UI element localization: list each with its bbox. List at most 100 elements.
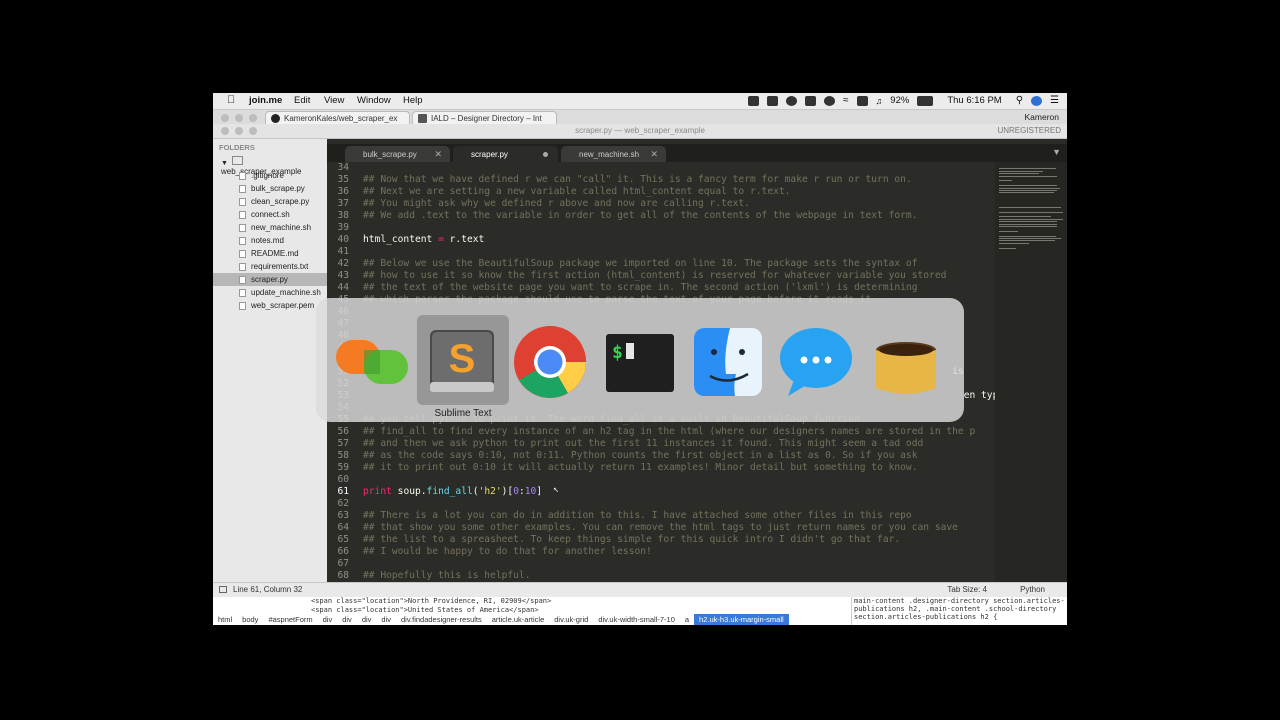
menu-app-name[interactable]: join.me xyxy=(249,95,282,106)
editor-tab-new-machine[interactable]: new_machine.sh ✕ xyxy=(561,146,666,162)
disclosure-down-icon[interactable]: ▼ xyxy=(221,160,228,167)
breadcrumb-item[interactable]: #aspnetForm xyxy=(263,614,317,625)
menu-window[interactable]: Window xyxy=(357,95,391,106)
breadcrumb-item[interactable]: div xyxy=(376,614,396,625)
menu-view[interactable]: View xyxy=(324,95,344,106)
sidebar-file[interactable]: web_scraper.pem xyxy=(213,299,327,312)
sublime-text-icon[interactable]: S xyxy=(424,324,500,400)
wifi-icon[interactable]: ≈ xyxy=(843,95,849,106)
spotlight-icon[interactable]: ⚲ xyxy=(1016,95,1023,106)
join-me-icon[interactable] xyxy=(334,324,410,400)
code-line[interactable]: 68 ## Hopefully this is helpful. xyxy=(327,570,995,582)
menu-help[interactable]: Help xyxy=(403,95,423,106)
devtools-css-rule[interactable]: main-content .designer-directory section… xyxy=(851,597,1067,625)
code-line[interactable]: 57 ## and then we ask python to print out… xyxy=(327,438,995,450)
minimap[interactable] xyxy=(995,162,1067,582)
unsaved-dot-icon[interactable] xyxy=(543,152,548,157)
code-line[interactable]: 62 xyxy=(327,498,995,510)
line-number: 38 xyxy=(337,210,349,221)
code-line[interactable]: 60 xyxy=(327,474,995,486)
breadcrumb-item[interactable]: div xyxy=(318,614,338,625)
code-line[interactable]: 40 html_content = r.text xyxy=(327,234,995,246)
close-icon[interactable]: ✕ xyxy=(650,149,658,160)
breadcrumb-item[interactable]: body xyxy=(237,614,263,625)
sidebar-file[interactable]: new_machine.sh xyxy=(213,221,327,234)
plugin-icon[interactable] xyxy=(805,95,817,106)
code-line[interactable]: 43 ## how to use it so know the first act… xyxy=(327,270,995,282)
sidebar-file[interactable]: notes.md xyxy=(213,234,327,247)
editor-tab-bulk-scrape[interactable]: bulk_scrape.py ✕ xyxy=(345,146,450,162)
code-line[interactable]: 66 ## I would be happy to do that for ano… xyxy=(327,546,995,558)
volume-icon[interactable]: ♫ xyxy=(876,96,883,106)
siri-icon[interactable] xyxy=(1031,95,1043,106)
code-line[interactable]: 35 ## Now that we have defined r we can "… xyxy=(327,174,995,186)
code-line[interactable]: 34 xyxy=(327,162,995,174)
line-number: 60 xyxy=(337,474,349,485)
code-line[interactable]: 58 ## as the code says 0:10, not 0:11. Py… xyxy=(327,450,995,462)
code-line[interactable]: 61 print soup.find_all('h2')[0:10] xyxy=(327,486,995,498)
code-line[interactable]: 59 ## it to print out 0:10 it will actual… xyxy=(327,462,995,474)
breadcrumb-item[interactable]: div.uk-width-small-7-10 xyxy=(593,614,680,625)
code-line[interactable]: 44 ## the text of the website page you wa… xyxy=(327,282,995,294)
editor-tab-scraper[interactable]: scraper.py xyxy=(453,146,558,162)
code-line[interactable]: 39 xyxy=(327,222,995,234)
status-app-icon[interactable] xyxy=(748,95,760,106)
tab-overflow-chevron-icon[interactable]: ▼ xyxy=(1052,147,1061,157)
homebrew-icon[interactable] xyxy=(868,324,944,400)
sidebar-file[interactable]: README.md xyxy=(213,247,327,260)
browser-zoom-dot[interactable] xyxy=(249,114,257,122)
terminal-icon[interactable]: $ xyxy=(602,324,678,400)
breadcrumb-item[interactable]: article.uk-article xyxy=(487,614,550,625)
chrome-icon[interactable] xyxy=(512,324,588,400)
breadcrumb-item[interactable]: div.findadesigner-results xyxy=(396,614,487,625)
line-number: 61 xyxy=(337,486,349,497)
minimap-line xyxy=(999,190,1057,191)
code-line[interactable]: 63 ## There is a lot you can do in additi… xyxy=(327,510,995,522)
sidebar-file-selected[interactable]: scraper.py xyxy=(213,273,327,286)
devtools-source-line[interactable]: <span class="location">United States of … xyxy=(311,606,539,614)
browser-tab-github[interactable]: KameronKales/web_scraper_ex xyxy=(265,111,410,124)
notification-center-icon[interactable]: ☰ xyxy=(1050,95,1059,106)
breadcrumb-item[interactable]: a xyxy=(680,614,694,625)
timer-icon[interactable] xyxy=(824,95,836,106)
menu-clock[interactable]: Thu 6:16 PM xyxy=(947,95,1001,106)
devtools-source-line[interactable]: <span class="location">North Providence,… xyxy=(311,597,551,605)
menu-edit[interactable]: Edit xyxy=(294,95,310,106)
sidebar-file[interactable]: clean_scrape.py xyxy=(213,195,327,208)
code-line[interactable]: 38 ## We add .text to the variable in ord… xyxy=(327,210,995,222)
dropbox-icon[interactable] xyxy=(767,95,779,106)
console-icon[interactable] xyxy=(219,586,227,593)
code-line[interactable]: 65 ## the list to a spreasheet. To keep t… xyxy=(327,534,995,546)
breadcrumb-item[interactable]: div xyxy=(357,614,377,625)
code-line[interactable]: 67 xyxy=(327,558,995,570)
breadcrumb-item-active[interactable]: h2.uk-h3.uk-margin-small xyxy=(694,614,789,625)
sidebar-file[interactable]: requirements.txt xyxy=(213,260,327,273)
messages-icon[interactable] xyxy=(778,324,854,400)
code-text: html_content = r.text xyxy=(363,234,485,245)
sidebar-file[interactable]: update_machine.sh xyxy=(213,286,327,299)
breadcrumb-item[interactable]: html xyxy=(213,614,237,625)
sidebar-file[interactable]: connect.sh xyxy=(213,208,327,221)
sidebar-file[interactable]: bulk_scrape.py xyxy=(213,182,327,195)
code-line[interactable]: 37 ## You might ask why we defined r abov… xyxy=(327,198,995,210)
cloud-icon[interactable] xyxy=(786,95,798,106)
breadcrumb-item[interactable]: div.uk-grid xyxy=(549,614,593,625)
code-line[interactable]: 42 ## Below we use the BeautifulSoup pack… xyxy=(327,258,995,270)
browser-close-dot[interactable] xyxy=(221,114,229,122)
syntax-selector[interactable]: Python xyxy=(1020,585,1045,594)
apple-icon[interactable]:  xyxy=(227,94,235,106)
breadcrumb-item[interactable]: div xyxy=(337,614,357,625)
code-line[interactable]: 41 xyxy=(327,246,995,258)
code-line[interactable]: 36 ## Next we are setting a new variable … xyxy=(327,186,995,198)
code-line[interactable]: 56 ## find_all to find every instance of … xyxy=(327,426,995,438)
battery-icon[interactable] xyxy=(917,95,934,106)
sidebar-file[interactable]: .gitignore xyxy=(213,169,327,182)
airplay-icon[interactable] xyxy=(856,95,868,106)
code-line[interactable]: 64 ## that show you some other examples. … xyxy=(327,522,995,534)
browser-tab-iald[interactable]: IALD – Designer Directory – Int xyxy=(412,111,557,124)
close-icon[interactable]: ✕ xyxy=(434,149,442,160)
finder-icon[interactable] xyxy=(690,324,766,400)
browser-user[interactable]: Kameron xyxy=(1025,112,1060,122)
tab-size-selector[interactable]: Tab Size: 4 xyxy=(947,585,987,594)
browser-minimize-dot[interactable] xyxy=(235,114,243,122)
